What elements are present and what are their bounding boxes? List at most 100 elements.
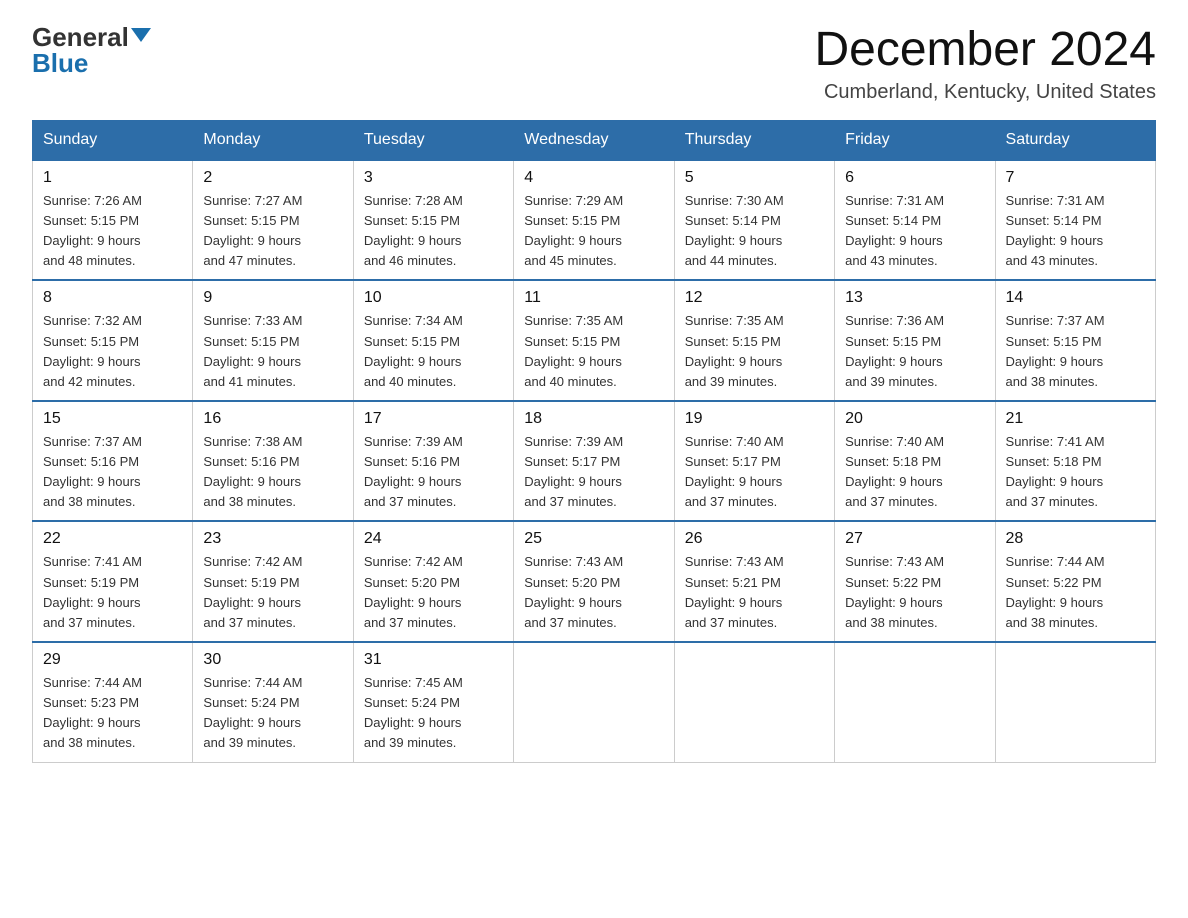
day-number: 21 (1006, 410, 1145, 428)
day-info: Sunrise: 7:44 AMSunset: 5:22 PMDaylight:… (1006, 552, 1145, 633)
day-number: 15 (43, 410, 182, 428)
week-row-4: 22Sunrise: 7:41 AMSunset: 5:19 PMDayligh… (33, 521, 1156, 642)
day-number: 31 (364, 651, 503, 669)
day-number: 7 (1006, 169, 1145, 187)
day-info: Sunrise: 7:32 AMSunset: 5:15 PMDaylight:… (43, 311, 182, 392)
calendar-cell (674, 642, 834, 762)
day-info: Sunrise: 7:29 AMSunset: 5:15 PMDaylight:… (524, 191, 663, 272)
day-number: 14 (1006, 289, 1145, 307)
calendar-cell: 2 Sunrise: 7:27 AMSunset: 5:15 PMDaylight… (193, 160, 353, 281)
day-number: 27 (845, 530, 984, 548)
calendar-cell: 1 Sunrise: 7:26 AMSunset: 5:15 PMDaylight… (33, 160, 193, 281)
day-number: 23 (203, 530, 342, 548)
calendar-cell: 30 Sunrise: 7:44 AMSunset: 5:24 PMDayligh… (193, 642, 353, 762)
calendar-cell: 27 Sunrise: 7:43 AMSunset: 5:22 PMDayligh… (835, 521, 995, 642)
calendar-cell: 13 Sunrise: 7:36 AMSunset: 5:15 PMDayligh… (835, 280, 995, 401)
day-number: 28 (1006, 530, 1145, 548)
calendar-cell: 3 Sunrise: 7:28 AMSunset: 5:15 PMDaylight… (353, 160, 513, 281)
calendar-cell: 26Sunrise: 7:43 AMSunset: 5:21 PMDayligh… (674, 521, 834, 642)
calendar-cell: 4 Sunrise: 7:29 AMSunset: 5:15 PMDaylight… (514, 160, 674, 281)
logo-blue: Blue (32, 48, 88, 78)
logo-arrow-icon (131, 28, 151, 42)
calendar-cell: 19Sunrise: 7:40 AMSunset: 5:17 PMDayligh… (674, 401, 834, 522)
day-info: Sunrise: 7:39 AMSunset: 5:17 PMDaylight:… (524, 432, 663, 513)
calendar-cell: 16Sunrise: 7:38 AMSunset: 5:16 PMDayligh… (193, 401, 353, 522)
calendar-table: SundayMondayTuesdayWednesdayThursdayFrid… (32, 120, 1156, 763)
day-info: Sunrise: 7:37 AMSunset: 5:16 PMDaylight:… (43, 432, 182, 513)
day-info: Sunrise: 7:30 AMSunset: 5:14 PMDaylight:… (685, 191, 824, 272)
calendar-cell: 17Sunrise: 7:39 AMSunset: 5:16 PMDayligh… (353, 401, 513, 522)
calendar-cell: 8 Sunrise: 7:32 AMSunset: 5:15 PMDaylight… (33, 280, 193, 401)
day-number: 11 (524, 289, 663, 307)
week-row-2: 8 Sunrise: 7:32 AMSunset: 5:15 PMDaylight… (33, 280, 1156, 401)
day-number: 4 (524, 169, 663, 187)
calendar-cell: 28 Sunrise: 7:44 AMSunset: 5:22 PMDayligh… (995, 521, 1155, 642)
day-number: 1 (43, 169, 182, 187)
day-number: 19 (685, 410, 824, 428)
day-number: 30 (203, 651, 342, 669)
day-number: 24 (364, 530, 503, 548)
calendar-cell: 10 Sunrise: 7:34 AMSunset: 5:15 PMDayligh… (353, 280, 513, 401)
calendar-cell: 24Sunrise: 7:42 AMSunset: 5:20 PMDayligh… (353, 521, 513, 642)
calendar-cell: 9 Sunrise: 7:33 AMSunset: 5:15 PMDaylight… (193, 280, 353, 401)
day-info: Sunrise: 7:31 AMSunset: 5:14 PMDaylight:… (845, 191, 984, 272)
calendar-cell: 15 Sunrise: 7:37 AMSunset: 5:16 PMDayligh… (33, 401, 193, 522)
calendar-cell: 5 Sunrise: 7:30 AMSunset: 5:14 PMDaylight… (674, 160, 834, 281)
day-number: 13 (845, 289, 984, 307)
day-info: Sunrise: 7:35 AMSunset: 5:15 PMDaylight:… (685, 311, 824, 392)
weekday-header-thursday: Thursday (674, 120, 834, 160)
week-row-5: 29 Sunrise: 7:44 AMSunset: 5:23 PMDayligh… (33, 642, 1156, 762)
weekday-header-wednesday: Wednesday (514, 120, 674, 160)
title-section: December 2024 Cumberland, Kentucky, Unit… (814, 24, 1156, 104)
day-number: 3 (364, 169, 503, 187)
calendar-cell: 14 Sunrise: 7:37 AMSunset: 5:15 PMDayligh… (995, 280, 1155, 401)
day-info: Sunrise: 7:28 AMSunset: 5:15 PMDaylight:… (364, 191, 503, 272)
week-row-1: 1 Sunrise: 7:26 AMSunset: 5:15 PMDaylight… (33, 160, 1156, 281)
day-info: Sunrise: 7:34 AMSunset: 5:15 PMDaylight:… (364, 311, 503, 392)
calendar-cell: 25Sunrise: 7:43 AMSunset: 5:20 PMDayligh… (514, 521, 674, 642)
calendar-cell: 29 Sunrise: 7:44 AMSunset: 5:23 PMDayligh… (33, 642, 193, 762)
day-number: 18 (524, 410, 663, 428)
calendar-cell: 21 Sunrise: 7:41 AMSunset: 5:18 PMDayligh… (995, 401, 1155, 522)
logo-general: General (32, 24, 129, 50)
day-number: 10 (364, 289, 503, 307)
calendar-subtitle: Cumberland, Kentucky, United States (814, 81, 1156, 104)
day-info: Sunrise: 7:33 AMSunset: 5:15 PMDaylight:… (203, 311, 342, 392)
day-info: Sunrise: 7:42 AMSunset: 5:19 PMDaylight:… (203, 552, 342, 633)
day-info: Sunrise: 7:37 AMSunset: 5:15 PMDaylight:… (1006, 311, 1145, 392)
calendar-cell: 22Sunrise: 7:41 AMSunset: 5:19 PMDayligh… (33, 521, 193, 642)
day-info: Sunrise: 7:39 AMSunset: 5:16 PMDaylight:… (364, 432, 503, 513)
calendar-cell: 23 Sunrise: 7:42 AMSunset: 5:19 PMDayligh… (193, 521, 353, 642)
day-info: Sunrise: 7:36 AMSunset: 5:15 PMDaylight:… (845, 311, 984, 392)
day-info: Sunrise: 7:27 AMSunset: 5:15 PMDaylight:… (203, 191, 342, 272)
day-number: 25 (524, 530, 663, 548)
weekday-header-friday: Friday (835, 120, 995, 160)
day-info: Sunrise: 7:45 AMSunset: 5:24 PMDaylight:… (364, 673, 503, 754)
weekday-header-monday: Monday (193, 120, 353, 160)
day-number: 9 (203, 289, 342, 307)
calendar-title: December 2024 (814, 24, 1156, 77)
day-info: Sunrise: 7:44 AMSunset: 5:24 PMDaylight:… (203, 673, 342, 754)
day-number: 8 (43, 289, 182, 307)
day-info: Sunrise: 7:38 AMSunset: 5:16 PMDaylight:… (203, 432, 342, 513)
day-number: 29 (43, 651, 182, 669)
weekday-header-saturday: Saturday (995, 120, 1155, 160)
calendar-cell: 6 Sunrise: 7:31 AMSunset: 5:14 PMDaylight… (835, 160, 995, 281)
day-number: 5 (685, 169, 824, 187)
day-info: Sunrise: 7:43 AMSunset: 5:22 PMDaylight:… (845, 552, 984, 633)
calendar-cell (995, 642, 1155, 762)
day-info: Sunrise: 7:26 AMSunset: 5:15 PMDaylight:… (43, 191, 182, 272)
weekday-header-row: SundayMondayTuesdayWednesdayThursdayFrid… (33, 120, 1156, 160)
day-info: Sunrise: 7:40 AMSunset: 5:18 PMDaylight:… (845, 432, 984, 513)
day-info: Sunrise: 7:35 AMSunset: 5:15 PMDaylight:… (524, 311, 663, 392)
day-info: Sunrise: 7:41 AMSunset: 5:18 PMDaylight:… (1006, 432, 1145, 513)
day-number: 6 (845, 169, 984, 187)
weekday-header-sunday: Sunday (33, 120, 193, 160)
day-number: 20 (845, 410, 984, 428)
day-info: Sunrise: 7:44 AMSunset: 5:23 PMDaylight:… (43, 673, 182, 754)
calendar-cell: 18 Sunrise: 7:39 AMSunset: 5:17 PMDayligh… (514, 401, 674, 522)
day-number: 26 (685, 530, 824, 548)
day-number: 2 (203, 169, 342, 187)
week-row-3: 15 Sunrise: 7:37 AMSunset: 5:16 PMDayligh… (33, 401, 1156, 522)
calendar-cell: 31 Sunrise: 7:45 AMSunset: 5:24 PMDayligh… (353, 642, 513, 762)
